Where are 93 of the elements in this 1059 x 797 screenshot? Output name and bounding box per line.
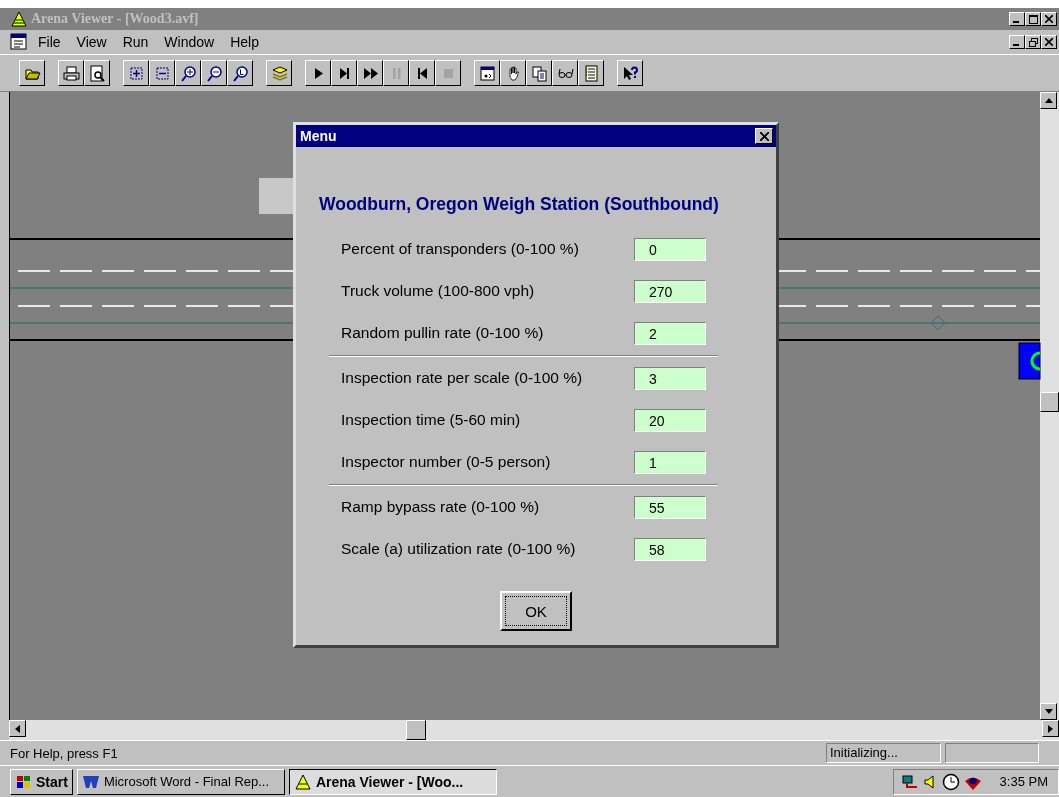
copy-icon xyxy=(530,64,548,82)
close-button[interactable] xyxy=(1041,35,1057,49)
menu-item[interactable]: Run xyxy=(116,32,155,52)
close-icon xyxy=(759,131,769,141)
toolbar-button[interactable] xyxy=(58,60,84,86)
close-button[interactable] xyxy=(755,128,773,144)
toolbar-button[interactable] xyxy=(357,60,383,86)
down-arrow-icon xyxy=(1044,709,1053,714)
field-label: Ramp bypass rate (0-100 %) xyxy=(341,498,540,516)
magnifier-icon xyxy=(231,64,249,82)
toolbar-button[interactable] xyxy=(474,60,500,86)
window-title: Arena Viewer - [Wood3.avf] xyxy=(31,11,200,27)
scroll-thumb[interactable] xyxy=(406,720,426,740)
input-field[interactable]: 55 xyxy=(634,495,706,519)
toolbar-button[interactable] xyxy=(19,60,45,86)
field-label: Scale (a) utilization rate (0-100 %) xyxy=(341,540,576,558)
dialog-title: Menu xyxy=(300,128,338,144)
window-icon xyxy=(478,64,496,82)
help-pointer-icon xyxy=(621,64,639,82)
ok-button[interactable]: OK xyxy=(500,591,572,631)
input-field[interactable]: 2 xyxy=(634,321,706,345)
scroll-right-button[interactable] xyxy=(1042,720,1059,737)
field-label: Random pullin rate (0-100 %) xyxy=(341,324,544,342)
toolbar-button[interactable] xyxy=(500,60,526,86)
input-field[interactable]: 1 xyxy=(634,450,706,474)
restore-button[interactable] xyxy=(1025,35,1041,49)
left-arrow-icon xyxy=(15,724,20,733)
toolbar-button[interactable] xyxy=(201,60,227,86)
scroll-down-button[interactable] xyxy=(1040,703,1057,720)
close-icon xyxy=(1045,38,1053,46)
toolbar-button[interactable] xyxy=(227,60,253,86)
windows-logo-icon xyxy=(15,773,33,790)
document-icon xyxy=(10,33,28,51)
toolbar-button[interactable] xyxy=(84,60,110,86)
input-field[interactable]: 20 xyxy=(634,408,706,432)
zoom-frame-minus-icon xyxy=(153,64,171,82)
page-magnifier-icon xyxy=(88,64,106,82)
input-field[interactable]: 0 xyxy=(634,237,706,261)
toolbar-button[interactable] xyxy=(552,60,578,86)
dialog-heading: Woodburn, Oregon Weigh Station (Southbound) xyxy=(319,194,720,215)
clock-time: 3:35 PM xyxy=(999,774,1048,789)
toolbar-button[interactable] xyxy=(149,60,175,86)
printer-icon xyxy=(62,64,80,82)
menu-item[interactable]: View xyxy=(70,32,113,52)
toolbar-button[interactable] xyxy=(123,60,149,86)
clock-icon xyxy=(941,772,960,791)
field-label: Inspection rate per scale (0-100 %) xyxy=(341,369,583,387)
input-field[interactable]: 3 xyxy=(634,366,706,390)
input-field[interactable]: 58 xyxy=(634,537,706,561)
app-icon xyxy=(10,10,28,28)
toolbar-button[interactable] xyxy=(578,60,604,86)
status-message: For Help, press F1 xyxy=(10,745,119,761)
field-label: Percent of transponders (0-100 %) xyxy=(341,240,579,258)
toolbar-button[interactable] xyxy=(266,60,292,86)
field-label: Inspection time (5-60 min) xyxy=(341,411,521,429)
layers-icon xyxy=(270,64,288,82)
maximize-icon xyxy=(1028,14,1038,24)
app-icon xyxy=(293,773,312,790)
network-icon xyxy=(901,772,920,791)
scroll-up-button[interactable] xyxy=(1040,92,1057,109)
toolbar-button[interactable] xyxy=(617,60,643,86)
minimize-button[interactable] xyxy=(1009,12,1025,26)
vertical-scrollbar[interactable] xyxy=(1040,92,1059,720)
toolbar-button[interactable] xyxy=(331,60,357,86)
status-panel: Initializing... xyxy=(826,743,941,763)
field-label: Truck volume (100-800 vph) xyxy=(341,282,535,300)
scroll-left-button[interactable] xyxy=(9,720,26,737)
taskbar-button[interactable]: Microsoft Word - Final Rep... xyxy=(76,768,285,795)
right-arrow-icon xyxy=(1048,724,1053,733)
toolbar-button[interactable] xyxy=(305,60,331,86)
menu-item[interactable]: Window xyxy=(158,32,221,52)
input-field[interactable]: 270 xyxy=(634,279,706,303)
start-button[interactable]: Start xyxy=(10,768,73,795)
close-icon xyxy=(1045,15,1053,23)
scroll-thumb[interactable] xyxy=(1040,392,1059,412)
maximize-button[interactable] xyxy=(1025,12,1041,26)
toolbar-button[interactable] xyxy=(409,60,435,86)
horizontal-scrollbar[interactable] xyxy=(9,720,1059,740)
list-icon xyxy=(582,64,600,82)
up-arrow-icon xyxy=(1044,98,1053,103)
restore-icon xyxy=(1028,37,1038,47)
toolbar-button[interactable] xyxy=(526,60,552,86)
menu-item[interactable]: File xyxy=(32,32,67,52)
field-label: Inspector number (0-5 person) xyxy=(341,453,551,471)
zoom-out-icon xyxy=(205,64,223,82)
w-logo-icon xyxy=(81,773,100,790)
toolbar-button[interactable] xyxy=(175,60,201,86)
zoom-in-icon xyxy=(179,64,197,82)
taskbar-button[interactable]: Arena Viewer - [Woo... xyxy=(288,768,497,795)
minimize-button[interactable] xyxy=(1009,35,1025,49)
menu-item[interactable]: Help xyxy=(224,32,265,52)
close-button[interactable] xyxy=(1041,12,1057,26)
zoom-frame-plus-icon xyxy=(127,64,145,82)
